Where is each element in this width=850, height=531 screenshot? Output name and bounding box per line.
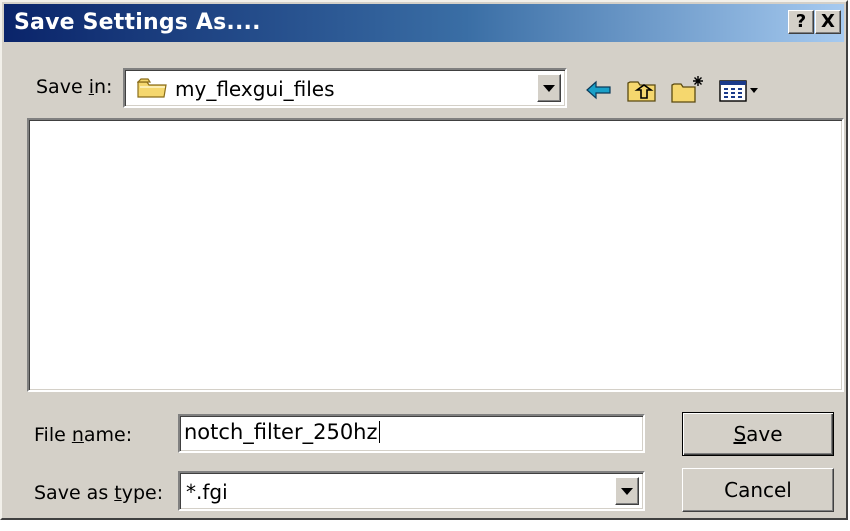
save-button[interactable]: Save: [682, 412, 834, 456]
create-new-folder-icon[interactable]: [670, 74, 706, 106]
up-one-level-icon[interactable]: [626, 74, 658, 106]
save-in-label: Save in:: [36, 76, 113, 98]
close-button[interactable]: X: [815, 10, 841, 34]
file-name-value: notch_filter_250hz: [184, 420, 378, 444]
file-list-view[interactable]: [27, 118, 844, 392]
save-settings-dialog: Save Settings As.... ? X Save in: my_fle…: [0, 0, 848, 520]
save-in-dropdown-button[interactable]: [537, 74, 561, 102]
text-caret: [378, 421, 380, 443]
save-as-type-value: *.fgi: [186, 480, 228, 504]
save-as-type-dropdown-button[interactable]: [615, 477, 639, 505]
folder-icon: [136, 77, 167, 104]
view-menu-icon[interactable]: [718, 74, 762, 106]
save-as-type-label: Save as type:: [34, 482, 164, 504]
file-name-input[interactable]: notch_filter_250hz: [178, 414, 645, 453]
chevron-down-icon: [621, 488, 633, 495]
dialog-title: Save Settings As....: [14, 10, 261, 35]
help-button[interactable]: ?: [788, 10, 814, 34]
save-as-type-combobox[interactable]: *.fgi: [178, 471, 645, 511]
back-arrow-icon[interactable]: [584, 74, 614, 106]
title-bar[interactable]: Save Settings As.... ? X: [4, 4, 844, 42]
cancel-button[interactable]: Cancel: [682, 468, 834, 512]
save-in-value: my_flexgui_files: [175, 77, 335, 101]
save-in-combobox[interactable]: my_flexgui_files: [123, 68, 567, 108]
file-name-label: File name:: [34, 424, 133, 446]
chevron-down-icon: [543, 85, 555, 92]
